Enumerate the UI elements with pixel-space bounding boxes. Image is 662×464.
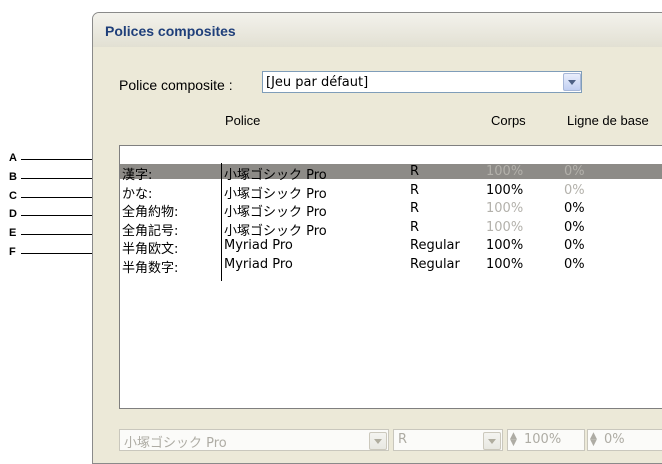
font-cell: 小塚ゴシック Pro <box>224 168 327 183</box>
table-row[interactable]: 半角数字: Myriad Pro Regular 100% 0% <box>120 257 662 276</box>
style-cell: Regular <box>410 257 460 272</box>
style-cell: R <box>410 183 420 198</box>
font-select[interactable]: 小塚ゴシック Pro <box>119 429 389 451</box>
callout-letter: A <box>9 152 17 164</box>
table-row[interactable]: 全角約物: 小塚ゴシック Pro R 100% 0% <box>120 201 662 220</box>
spinner-arrows-icon[interactable]: ▲ ▼ <box>590 432 599 448</box>
column-header-font: Police <box>225 113 261 128</box>
category-cell: 漢字: <box>122 168 153 183</box>
composite-font-table[interactable]: 漢字: 小塚ゴシック Pro R 100% 0% かな: 小塚ゴシック Pro … <box>119 145 662 409</box>
chevron-down-icon[interactable] <box>563 73 581 91</box>
category-cell: かな: <box>122 187 153 202</box>
title-bar[interactable]: Polices composites <box>93 13 662 47</box>
baseline-cell: 0% <box>564 257 585 272</box>
size-cell: 100% <box>486 164 524 179</box>
baseline-field-value: 0% <box>604 432 625 447</box>
size-cell: 100% <box>486 220 524 235</box>
size-cell: 100% <box>486 183 524 198</box>
size-field-value: 100% <box>524 432 562 447</box>
category-cell: 半角数字: <box>122 261 179 276</box>
baseline-cell: 0% <box>564 238 585 253</box>
column-header-baseline: Ligne de base <box>567 113 649 128</box>
baseline-cell: 0% <box>564 220 585 235</box>
size-cell: 100% <box>486 238 524 253</box>
font-cell: Myriad Pro <box>224 257 293 272</box>
category-cell: 半角欧文: <box>122 242 179 257</box>
font-cell: 小塚ゴシック Pro <box>224 224 327 239</box>
composite-font-label: Police composite : <box>119 77 233 93</box>
column-divider <box>221 163 222 281</box>
table-row[interactable]: 半角欧文: Myriad Pro Regular 100% 0% <box>120 238 662 257</box>
callout-letter: F <box>9 246 16 258</box>
baseline-cell: 0% <box>564 183 585 198</box>
table-row[interactable]: 全角記号: 小塚ゴシック Pro R 100% 0% <box>120 220 662 239</box>
size-cell: 100% <box>486 201 524 216</box>
style-select-value: R <box>398 432 408 447</box>
chevron-down-icon[interactable] <box>369 432 387 450</box>
dialog-title: Polices composites <box>105 23 236 39</box>
font-cell: 小塚ゴシック Pro <box>224 187 327 202</box>
font-select-value: 小塚ゴシック Pro <box>124 436 227 451</box>
composite-font-value: [Jeu par défaut] <box>266 75 369 90</box>
table-row[interactable]: かな: 小塚ゴシック Pro R 100% 0% <box>120 183 662 202</box>
font-cell: Myriad Pro <box>224 238 293 253</box>
callout-letter: B <box>9 171 17 183</box>
callout-letter: D <box>9 208 17 220</box>
callout-letter: E <box>9 227 17 239</box>
style-select[interactable]: R <box>393 429 503 451</box>
composite-font-select[interactable]: [Jeu par défaut] <box>262 71 582 93</box>
column-header-size: Corps <box>491 113 526 128</box>
size-field[interactable]: ▲ ▼ 100% <box>507 429 585 451</box>
table-row[interactable]: 漢字: 小塚ゴシック Pro R 100% 0% <box>120 164 662 183</box>
size-cell: 100% <box>486 257 524 272</box>
baseline-field[interactable]: ▲ ▼ 0% <box>587 429 662 451</box>
spinner-arrows-icon[interactable]: ▲ ▼ <box>510 432 519 448</box>
style-cell: Regular <box>410 238 460 253</box>
callout-letter: C <box>9 190 17 202</box>
font-cell: 小塚ゴシック Pro <box>224 205 327 220</box>
category-cell: 全角約物: <box>122 205 179 220</box>
composite-fonts-dialog: Polices composites Police composite : [J… <box>92 12 662 464</box>
baseline-cell: 0% <box>564 164 585 179</box>
style-cell: R <box>410 201 420 216</box>
category-cell: 全角記号: <box>122 224 179 239</box>
chevron-down-icon[interactable] <box>483 432 501 450</box>
style-cell: R <box>410 220 420 235</box>
baseline-cell: 0% <box>564 201 585 216</box>
style-cell: R <box>410 164 420 179</box>
